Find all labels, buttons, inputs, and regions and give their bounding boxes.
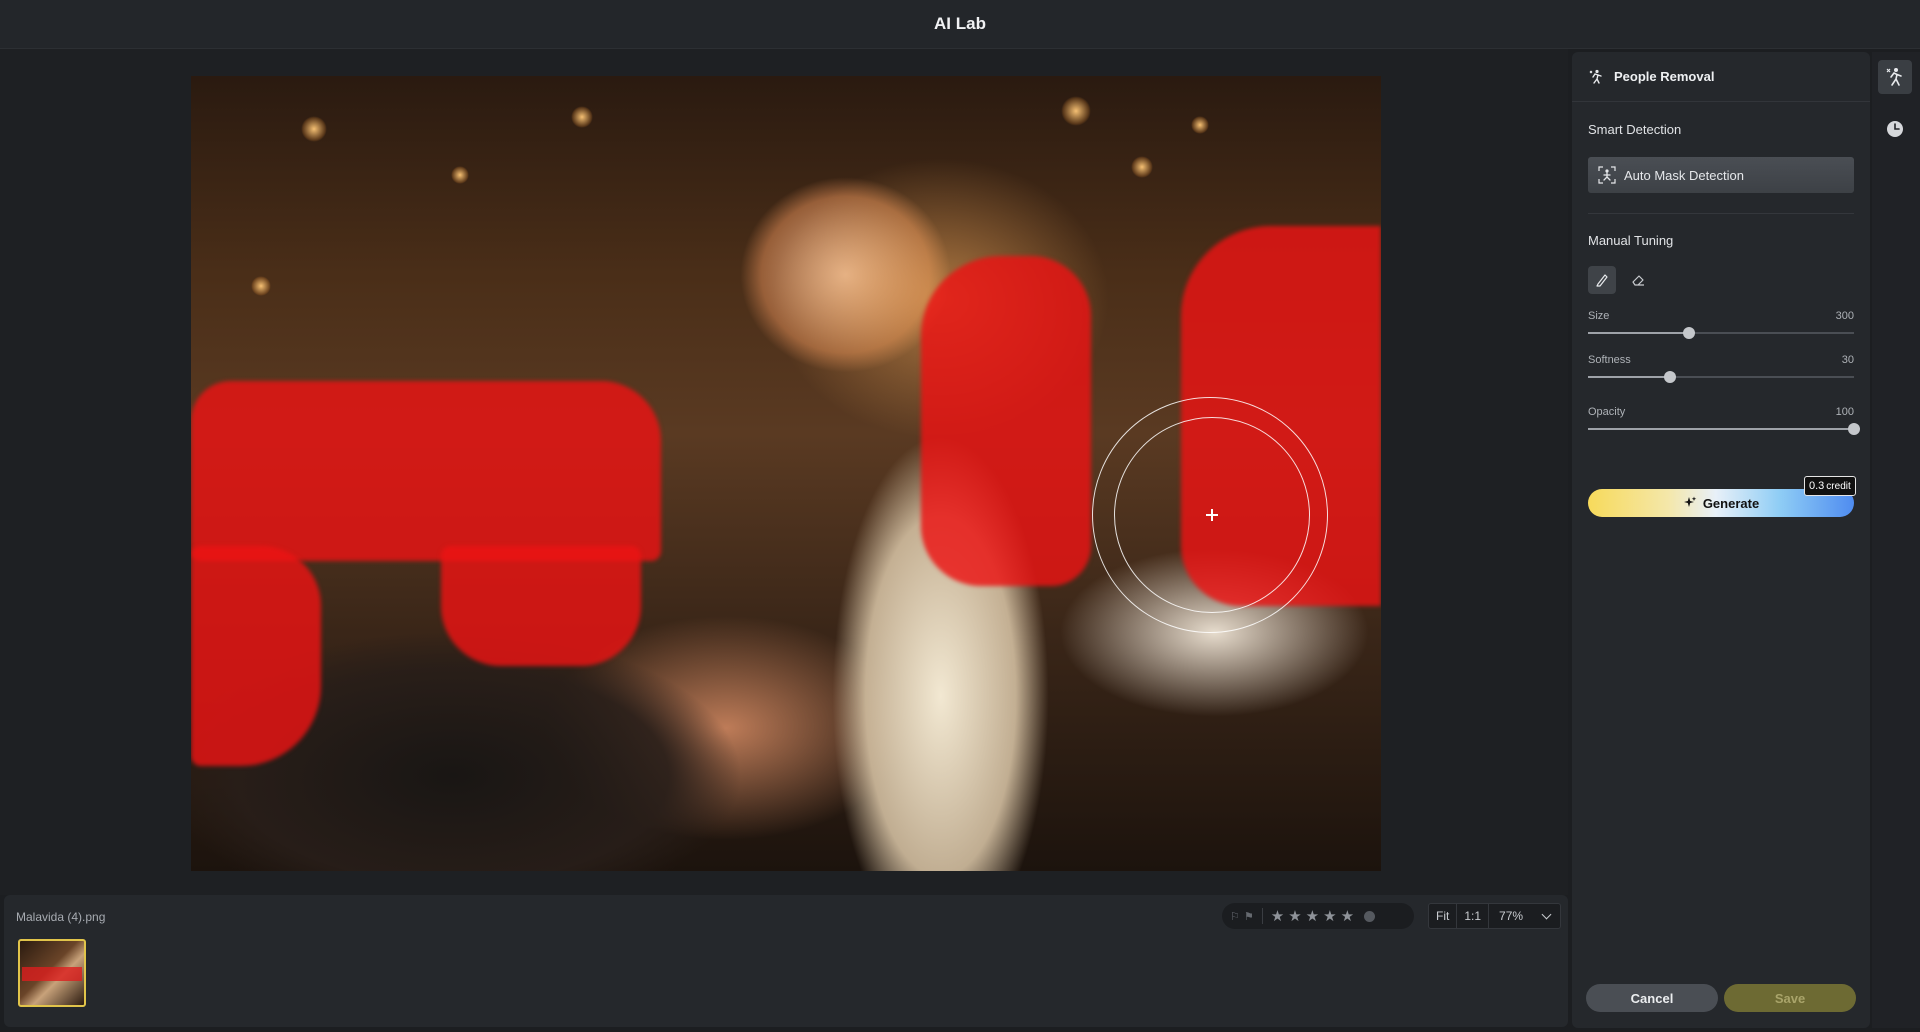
auto-mask-detection-button[interactable]: Auto Mask Detection: [1588, 157, 1854, 193]
chevron-down-icon: [1541, 909, 1552, 919]
opacity-value: 100: [1835, 406, 1854, 418]
size-value: 300: [1835, 310, 1854, 322]
opacity-slider-thumb[interactable]: [1848, 423, 1860, 435]
mask-region-left-chair: [441, 546, 641, 666]
bokeh-light: [571, 106, 593, 128]
reject-flag-icon[interactable]: ⚑: [1244, 910, 1254, 923]
bokeh-light: [1191, 116, 1209, 134]
bokeh-light: [1061, 96, 1091, 126]
zoom-1to1-button[interactable]: 1:1: [1457, 904, 1490, 928]
softness-label: Softness: [1588, 354, 1631, 366]
bokeh-light: [451, 166, 469, 184]
zoom-controls: Fit 1:1 77%: [1428, 903, 1561, 929]
auto-mask-label: Auto Mask Detection: [1624, 167, 1744, 183]
softness-slider-fill: [1588, 376, 1671, 378]
eraser-tool-button[interactable]: [1624, 266, 1652, 294]
canvas-area[interactable]: [0, 49, 1568, 895]
mask-region-center: [921, 256, 1091, 586]
zoom-dropdown[interactable]: 77%: [1489, 909, 1560, 923]
flag-icon[interactable]: ⚐: [1230, 910, 1240, 923]
opacity-label: Opacity: [1588, 406, 1626, 418]
opacity-slider-fill: [1588, 428, 1854, 430]
brush-tool-button[interactable]: [1588, 266, 1616, 294]
credit-badge: 0.3 credit: [1804, 476, 1856, 496]
softness-slider[interactable]: [1588, 371, 1854, 383]
star-icon[interactable]: ★: [1323, 909, 1336, 924]
cancel-button[interactable]: Cancel: [1586, 984, 1718, 1012]
size-label: Size: [1588, 310, 1610, 322]
save-button[interactable]: Save: [1724, 984, 1856, 1012]
app-title: AI Lab: [934, 14, 986, 33]
size-slider-thumb[interactable]: [1683, 327, 1696, 339]
brush-icon: [1596, 274, 1608, 287]
color-label-dot[interactable]: [1364, 910, 1376, 922]
star-icon[interactable]: ★: [1271, 909, 1284, 924]
people-removal-panel: People Removal Smart Detection Auto Mask…: [1572, 52, 1870, 1028]
zoom-fit-button[interactable]: Fit: [1429, 904, 1458, 928]
smart-detection-label: Smart Detection: [1588, 122, 1682, 137]
softness-slider-thumb[interactable]: [1664, 371, 1677, 383]
rating-bar: ⚐ ⚑ ★ ★ ★ ★ ★: [1222, 903, 1414, 929]
eraser-icon: [1632, 275, 1644, 286]
thumbnail-mask-preview: [22, 967, 82, 981]
mask-region-left: [191, 381, 661, 561]
file-name: Malavida (4).png: [16, 910, 106, 924]
panel-divider: [1588, 213, 1854, 214]
tool-rail: [1872, 52, 1920, 1028]
zoom-value: 77%: [1499, 909, 1524, 923]
mask-region-left-lower: [191, 546, 321, 766]
star-icon[interactable]: ★: [1288, 909, 1301, 924]
brush-crosshair-icon: [1204, 507, 1220, 523]
credit-value: 0.3: [1809, 480, 1825, 492]
softness-value: 30: [1841, 354, 1854, 366]
star-icon[interactable]: ★: [1341, 909, 1354, 924]
people-removal-icon: [1589, 69, 1602, 84]
bokeh-light: [251, 276, 271, 296]
generate-label: Generate: [1702, 495, 1760, 511]
panel-title: People Removal: [1614, 69, 1715, 84]
opacity-slider[interactable]: [1588, 423, 1860, 435]
bokeh-light: [1131, 156, 1153, 178]
credit-unit: credit: [1826, 480, 1851, 492]
people-removal-tool-button[interactable]: [1878, 60, 1912, 94]
rating-separator: [1261, 908, 1263, 924]
manual-tuning-label: Manual Tuning: [1588, 233, 1674, 248]
panel-header: People Removal: [1572, 52, 1870, 102]
size-slider-fill: [1588, 332, 1690, 334]
title-bar: AI Lab: [0, 0, 1920, 49]
star-icon[interactable]: ★: [1306, 909, 1319, 924]
clock-icon: [1887, 121, 1903, 137]
image-thumbnail[interactable]: [18, 939, 86, 1007]
people-removal-icon: [1886, 68, 1902, 86]
auto-mask-icon: [1598, 166, 1616, 184]
filmstrip: Malavida (4).png ⚐ ⚑ ★ ★ ★ ★ ★ Fit 1:1 7…: [4, 895, 1568, 1027]
sparkle-icon: [1683, 496, 1697, 507]
history-button[interactable]: [1878, 112, 1912, 146]
bokeh-light: [301, 116, 327, 142]
size-slider[interactable]: [1588, 327, 1854, 339]
